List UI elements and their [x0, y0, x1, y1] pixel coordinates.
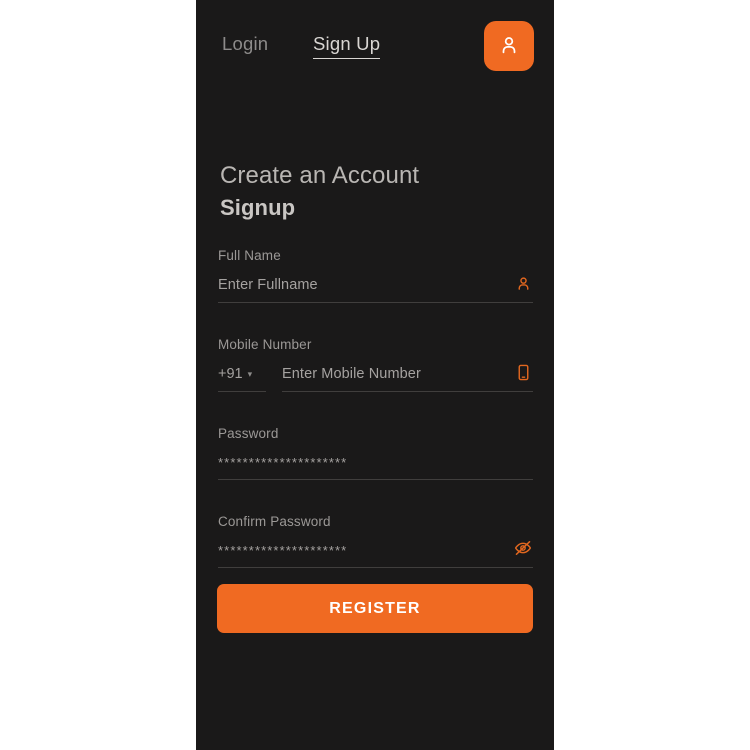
- page-heading: Create an Account Signup: [220, 160, 530, 224]
- field-mobile-number: Mobile Number +91 ▾: [218, 337, 533, 400]
- page-subtitle: Create an Account: [220, 162, 420, 189]
- mobile-number-underline: [282, 391, 533, 392]
- signup-form: Full Name Mobile Number +91 ▾: [196, 248, 554, 576]
- phone-icon[interactable]: [513, 362, 533, 382]
- country-code-select[interactable]: +91 ▾: [218, 366, 266, 391]
- field-full-name: Full Name: [218, 248, 533, 311]
- confirm-password-underline: [218, 567, 533, 568]
- avatar-button[interactable]: [484, 21, 534, 71]
- page-title: Signup: [220, 195, 296, 221]
- register-button[interactable]: REGISTER: [217, 584, 533, 633]
- user-icon: [498, 34, 520, 59]
- field-password: Password *********************: [218, 426, 533, 488]
- top-bar: Login Sign Up: [196, 0, 554, 92]
- confirm-password-label: Confirm Password: [218, 514, 331, 529]
- country-code-underline: [218, 391, 266, 392]
- eye-off-icon[interactable]: [513, 538, 533, 558]
- signup-screen: Login Sign Up Create an Account Signup F…: [196, 0, 554, 750]
- country-code-value: +91: [218, 366, 243, 382]
- user-icon[interactable]: [513, 273, 533, 293]
- full-name-label: Full Name: [218, 248, 281, 263]
- password-label: Password: [218, 426, 279, 441]
- mobile-number-label: Mobile Number: [218, 337, 312, 352]
- mobile-number-input[interactable]: [282, 366, 533, 391]
- tab-signup[interactable]: Sign Up: [313, 33, 381, 59]
- full-name-underline: [218, 302, 533, 303]
- password-underline: [218, 479, 533, 480]
- password-input[interactable]: *********************: [218, 455, 533, 479]
- full-name-input[interactable]: [218, 277, 533, 302]
- country-code-group: +91 ▾: [218, 366, 266, 392]
- mobile-input-group: [282, 364, 533, 392]
- tab-login[interactable]: Login: [222, 33, 268, 55]
- field-confirm-password: Confirm Password *********************: [218, 514, 533, 576]
- confirm-password-input[interactable]: *********************: [218, 543, 533, 567]
- chevron-down-icon: ▾: [247, 368, 253, 379]
